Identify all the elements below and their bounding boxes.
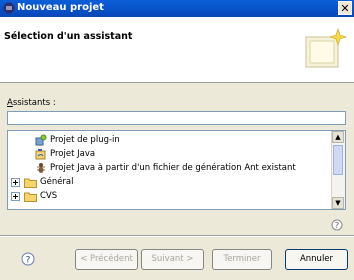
- tree-item-label: CVS: [40, 191, 58, 201]
- cancel-button[interactable]: Annuler: [285, 249, 348, 270]
- wizards-label-text: ssistants :: [12, 98, 56, 108]
- tree-item-label: Projet Java: [50, 149, 96, 159]
- new-project-dialog: Nouveau projet ✕ Sélection d'un assistan…: [0, 0, 354, 280]
- ant-project-icon: [37, 163, 45, 173]
- wizards-label: Assistants :: [7, 98, 56, 108]
- next-button[interactable]: Suivant >: [141, 249, 204, 270]
- expand-icon[interactable]: [11, 178, 20, 187]
- scroll-thumb[interactable]: [333, 145, 343, 175]
- finish-button[interactable]: Terminer: [212, 249, 272, 270]
- wizard-filter-input[interactable]: [8, 112, 349, 124]
- previous-button[interactable]: < Précédent: [75, 249, 138, 270]
- wizard-filter-field[interactable]: [7, 111, 349, 125]
- svg-text:?: ?: [335, 221, 339, 230]
- info-help-icon[interactable]: ?: [331, 219, 343, 234]
- title-bar[interactable]: Nouveau projet ✕: [0, 0, 354, 17]
- folder-icon: [24, 192, 37, 202]
- folder-icon: [24, 178, 37, 188]
- window-title: Nouveau projet: [17, 2, 104, 13]
- eclipse-icon: [3, 2, 15, 17]
- scroll-down-icon[interactable]: ▼: [332, 197, 344, 209]
- expand-icon[interactable]: [11, 192, 20, 201]
- svg-text:?: ?: [26, 256, 31, 266]
- help-icon[interactable]: ?: [21, 252, 35, 269]
- tree-item-ant-project[interactable]: Projet Java à partir d'un fichier de gén…: [35, 162, 335, 175]
- tree-item-label: Général: [40, 177, 74, 187]
- separator: [0, 235, 354, 237]
- vertical-scrollbar[interactable]: ▲ ▼: [331, 131, 345, 209]
- tree-item-plugin-project[interactable]: Projet de plug-in: [35, 134, 325, 147]
- java-project-icon: [35, 149, 46, 160]
- tree-item-cvs[interactable]: CVS: [11, 190, 311, 203]
- wizard-banner: Sélection d'un assistant: [0, 17, 354, 83]
- tree-item-label: Projet Java à partir d'un fichier de gén…: [50, 163, 296, 173]
- tree-item-java-project[interactable]: Projet Java: [35, 148, 325, 161]
- banner-title: Sélection d'un assistant: [4, 31, 133, 42]
- close-icon[interactable]: ✕: [338, 1, 352, 15]
- wizard-tree[interactable]: Projet de plug-in Projet Java Projet Jav…: [7, 130, 346, 210]
- plugin-project-icon: [35, 134, 47, 146]
- scroll-up-icon[interactable]: ▲: [332, 131, 344, 143]
- tree-item-label: Projet de plug-in: [50, 135, 120, 145]
- tree-item-general[interactable]: Général: [11, 176, 311, 189]
- wizard-image-icon: [302, 25, 348, 78]
